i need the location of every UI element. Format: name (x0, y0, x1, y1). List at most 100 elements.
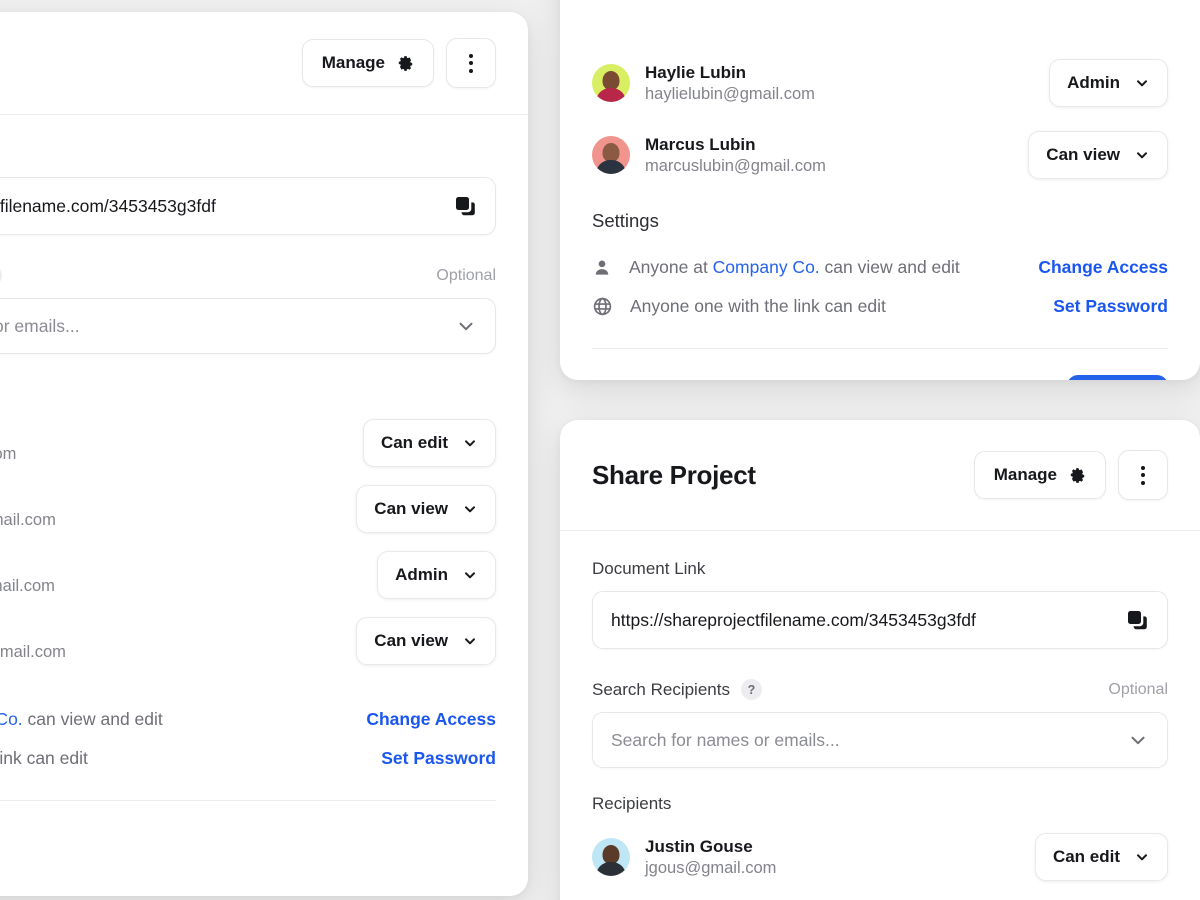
set-password-link[interactable]: Set Password (1053, 296, 1168, 317)
setting-row-company: Anyone at Company Co. can view and edit … (592, 248, 1168, 287)
header-actions: Manage (973, 450, 1168, 500)
dialog-footer (0, 800, 496, 857)
header-actions: Manage (301, 38, 496, 88)
recipient-email: marcuslubin@gmail.com (645, 156, 826, 175)
chevron-down-icon (462, 435, 478, 451)
recipient-name: Justin Gouse (645, 836, 753, 856)
recipient-email: marcuslubin@gmail.com (0, 642, 66, 661)
recipient-meta: Haylie Lubin haylielubin@gmail.com (0, 555, 55, 596)
chevron-down-icon[interactable] (455, 315, 477, 337)
recipients-list: Justin Gouse jgous@gmail.com Can edit Be… (0, 410, 496, 674)
page-title: Share Project (592, 459, 756, 490)
copy-icon[interactable] (1125, 608, 1149, 632)
done-button[interactable]: Done (1067, 375, 1168, 380)
company-link[interactable]: Company Co. (713, 257, 820, 277)
recipient-email: bendokidis@gmail.com (0, 510, 56, 529)
search-recipients-label-wrap: Search Recipients ? Optional (592, 679, 1168, 700)
permission-value: Can view (374, 499, 448, 518)
permission-dropdown[interactable]: Can view (356, 485, 496, 533)
optional-label: Optional (1108, 680, 1168, 698)
permission-value: Can edit (380, 433, 448, 452)
permission-value: Can edit (1052, 847, 1120, 866)
permission-dropdown[interactable]: Admin (377, 551, 496, 599)
more-options-button[interactable] (1118, 450, 1168, 500)
set-password-link[interactable]: Set Password (381, 748, 496, 769)
recipient-name: Haylie Lubin (0, 555, 55, 575)
permission-dropdown[interactable]: Can view (1028, 131, 1168, 179)
dialog-header: Share Project Manage (560, 420, 1200, 531)
recipient-row: Justin Gouse jgous@gmail.com Can edit (592, 824, 1168, 890)
document-link-input[interactable]: https://shareprojectfilename.com/3453453… (592, 591, 1168, 649)
share-project-dialog-left: Share Project Manage Docu (0, 12, 528, 896)
manage-button-label: Manage (993, 465, 1057, 484)
recipient-name: Marcus Lubin (0, 621, 66, 641)
manage-button[interactable]: Manage (973, 451, 1106, 499)
more-vertical-icon (469, 53, 473, 73)
recipient-meta: Justin Gouse jgous@gmail.com (0, 423, 16, 464)
recipient-meta: Marcus Lubin marcuslubin@gmail.com (0, 621, 66, 662)
help-icon[interactable]: ? (740, 679, 762, 700)
search-input-placeholder: Search for names or emails... (0, 315, 80, 336)
help-icon[interactable]: ? (0, 265, 2, 286)
chevron-down-icon (1134, 75, 1150, 91)
recipient-meta: Haylie Lubin haylielubin@gmail.com (645, 63, 815, 104)
recipient-name: Marcus Lubin (645, 134, 756, 154)
recipient-email: haylielubin@gmail.com (645, 84, 815, 103)
document-link-value: https://shareprojectfilename.com/3453453… (611, 609, 976, 630)
setting-text-after: can view and edit (22, 709, 163, 729)
recipient-row: Haylie Lubin haylielubin@gmail.com Admin (592, 50, 1168, 116)
manage-button-label: Manage (321, 53, 385, 72)
recipient-name: Justin Gouse (0, 423, 16, 443)
search-recipients-label: Search Recipients (592, 679, 730, 699)
setting-row-link: Anyone one with the link can edit Set Pa… (592, 287, 1168, 326)
avatar (592, 838, 630, 876)
permission-dropdown[interactable]: Can view (356, 617, 496, 665)
recipients-label: Recipients (0, 384, 496, 404)
change-access-link[interactable]: Change Access (1038, 257, 1168, 278)
more-vertical-icon (1141, 465, 1145, 485)
change-access-link[interactable]: Change Access (366, 709, 496, 730)
document-link-label-wrap: Document Link (0, 145, 496, 165)
permission-dropdown[interactable]: Can edit (362, 419, 496, 467)
manage-button[interactable]: Manage (301, 39, 434, 87)
recipient-email: jgous@gmail.com (645, 858, 777, 877)
permission-dropdown[interactable]: Admin (1049, 59, 1168, 107)
document-link-label-wrap: Document Link (592, 559, 1168, 579)
share-project-dialog-bottom-right: Share Project Manage Document Link https… (560, 420, 1200, 900)
setting-text: Anyone at Company Co. can view and edit (0, 709, 163, 730)
chevron-down-icon (462, 633, 478, 649)
copy-icon[interactable] (453, 194, 477, 218)
recipient-row: Marcus Lubin marcuslubin@gmail.com Can v… (0, 608, 496, 674)
dialog-body: Document Link https://shareprojectfilena… (560, 531, 1200, 890)
recipient-name: Ben Dokidis (0, 489, 56, 509)
person-icon (592, 258, 612, 278)
permission-value: Admin (1067, 73, 1120, 92)
permission-value: Can view (1046, 145, 1120, 164)
setting-text: Anyone one with the link can edit (630, 296, 886, 316)
chevron-down-icon (1134, 147, 1150, 163)
recipient-email: haylielubin@gmail.com (0, 576, 55, 595)
setting-text-before: Anyone at (629, 257, 713, 277)
recipient-row: Ben Dokidis bendokidis@gmail.com Can vie… (0, 476, 496, 542)
setting-text-after: can view and edit (819, 257, 960, 277)
gear-icon (397, 55, 414, 72)
search-recipients-label-wrap: Search Recipients ? Optional (0, 265, 496, 286)
share-project-dialog-top-right: Haylie Lubin haylielubin@gmail.com Admin… (560, 0, 1200, 380)
search-recipients-input[interactable]: Search for names or emails... (0, 298, 496, 354)
permission-dropdown[interactable]: Can edit (1034, 833, 1168, 881)
document-link-label: Document Link (592, 559, 706, 578)
avatar (592, 136, 630, 174)
chevron-down-icon (1134, 849, 1150, 865)
chevron-down-icon[interactable] (1127, 729, 1149, 751)
setting-row-link: Anyone one with the link can edit Set Pa… (0, 739, 496, 778)
more-options-button[interactable] (446, 38, 496, 88)
document-link-input[interactable]: https://shareprojectfilename.com/3453453… (0, 177, 496, 235)
company-link[interactable]: Company Co. (0, 709, 23, 729)
dialog-header: Share Project Manage (0, 12, 528, 115)
setting-text: Anyone at Company Co. can view and edit (629, 257, 960, 278)
settings-label: Settings (592, 210, 659, 231)
recipient-email: jgous@gmail.com (0, 444, 17, 463)
search-recipients-input[interactable]: Search for names or emails... (592, 712, 1168, 768)
recipient-row: Haylie Lubin haylielubin@gmail.com Admin (0, 542, 496, 608)
permission-value: Can view (374, 631, 448, 650)
